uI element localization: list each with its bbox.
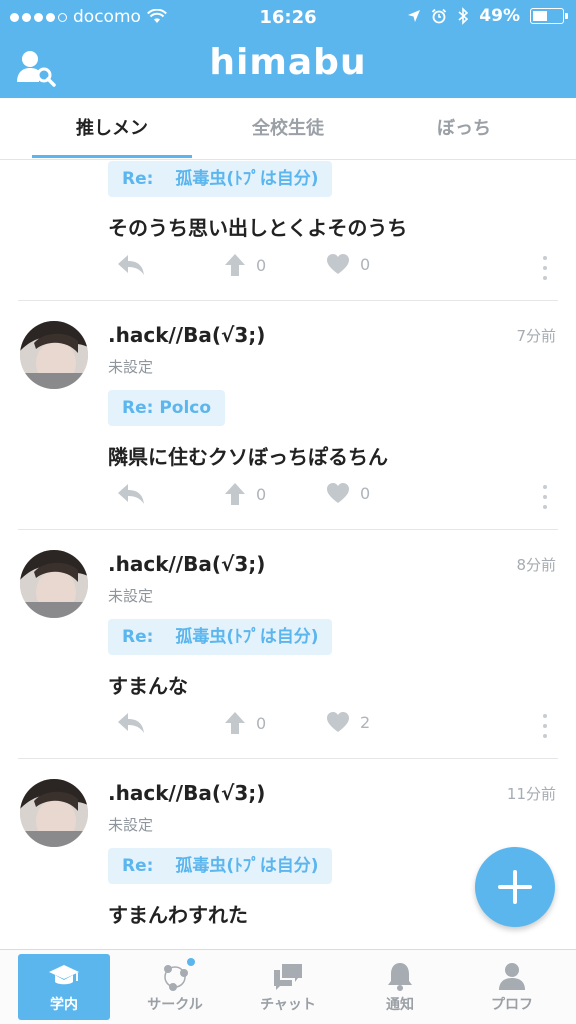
nav-label: チャット [260,997,316,1013]
arrow-up-icon [225,483,245,505]
upvote-button[interactable]: 0 [224,253,266,277]
post-actions: 0 0 [0,253,576,283]
top-bar: docomo 16:26 49% himabu [0,0,576,98]
chat-icon [274,964,302,990]
status-bar: docomo 16:26 49% [0,0,576,34]
profile-icon [499,963,525,990]
reply-badge[interactable]: Re: Polco [108,390,226,426]
app-title: himabu [209,42,367,83]
upvote-button[interactable]: 0 [224,482,266,506]
like-button[interactable]: 2 [326,711,370,733]
heart-icon [327,483,349,503]
nav-profile[interactable]: プロフ [466,954,558,1020]
tab-all-students[interactable]: 全校生徒 [208,98,368,160]
circle-network-icon [164,965,188,991]
author-affiliation: 未設定 [108,587,154,605]
bluetooth-icon [458,7,469,25]
reply-badge[interactable]: Re: 孤毒虫(ﾄﾌﾟは自分) [108,619,333,655]
author-affiliation: 未設定 [108,358,154,376]
bottom-nav: 学内 サークル チャット 通知 プロフ [0,949,576,1024]
graduation-cap-icon [49,965,79,985]
tab-oshimen[interactable]: 推しメン [32,98,192,160]
bell-icon [388,963,412,991]
nav-label: 学内 [50,997,78,1013]
nav-label: 通知 [386,997,414,1013]
author-affiliation: 未設定 [108,816,154,834]
like-count: 2 [360,712,371,732]
alarm-icon [432,8,447,24]
nav-label: サークル [147,997,203,1013]
more-options-icon[interactable] [542,714,548,738]
reply-button[interactable] [116,253,146,277]
like-button[interactable]: 0 [326,482,370,504]
reply-badge[interactable]: Re: 孤毒虫(ﾄﾌﾟは自分) [108,161,333,197]
post-actions: 0 2 [0,711,576,741]
author-name[interactable]: .hack//Ba(√3;) [108,552,265,576]
author-name[interactable]: .hack//Ba(√3;) [108,323,265,347]
post-feed[interactable]: Re: 孤毒虫(ﾄﾌﾟは自分) そのうち思い出しとくよそのうち 0 0 .hac… [0,160,576,949]
heart-icon [327,712,349,732]
avatar[interactable] [20,550,88,618]
more-options-icon[interactable] [542,485,548,509]
upvote-count: 0 [256,713,267,733]
battery-icon [530,8,568,24]
new-post-button[interactable] [475,847,555,927]
upvote-count: 0 [256,484,267,504]
post-item[interactable]: Re: 孤毒虫(ﾄﾌﾟは自分) そのうち思い出しとくよそのうち 0 0 [0,160,576,301]
post-body: そのうち思い出しとくよそのうち [108,216,408,240]
nav-label: プロフ [491,997,533,1013]
nav-notifications[interactable]: 通知 [354,954,446,1020]
heart-icon [327,254,349,274]
nav-circle[interactable]: サークル [129,954,221,1020]
tab-indicator [32,155,192,158]
like-count: 0 [360,254,371,274]
nav-chat[interactable]: チャット [242,954,334,1020]
tab-bocchi[interactable]: ぼっち [384,98,544,160]
tab-bar: 推しメン 全校生徒 ぼっち [0,98,576,160]
post-item[interactable]: .hack//Ba(√3;) 8分前 未設定 Re: 孤毒虫(ﾄﾌﾟは自分) すま… [0,530,576,759]
upvote-count: 0 [256,255,267,275]
post-time: 8分前 [516,556,556,574]
nav-campus[interactable]: 学内 [18,954,110,1020]
reply-icon [118,484,144,504]
plus-icon [498,870,532,904]
arrow-up-icon [225,254,245,276]
like-button[interactable]: 0 [326,253,370,275]
reply-badge[interactable]: Re: 孤毒虫(ﾄﾌﾟは自分) [108,848,333,884]
location-arrow-icon [408,10,421,22]
arrow-up-icon [225,712,245,734]
reply-button[interactable] [116,482,146,506]
post-body: すまんな [108,674,188,698]
battery-percent: 49% [479,6,520,26]
post-item[interactable]: .hack//Ba(√3;) 7分前 未設定 Re: Polco 隣県に住むクソ… [0,301,576,530]
post-time: 7分前 [516,327,556,345]
reply-icon [118,713,144,733]
post-body: 隣県に住むクソぼっちぽるちん [108,445,388,469]
more-options-icon[interactable] [542,256,548,280]
author-name[interactable]: .hack//Ba(√3;) [108,781,265,805]
reply-button[interactable] [116,711,146,735]
post-body: すまんわすれた [108,903,248,927]
post-actions: 0 0 [0,482,576,512]
post-time: 11分前 [506,785,556,803]
like-count: 0 [360,483,371,503]
upvote-button[interactable]: 0 [224,711,266,735]
avatar[interactable] [20,321,88,389]
avatar[interactable] [20,779,88,847]
reply-icon [118,255,144,275]
notification-dot [187,958,195,966]
